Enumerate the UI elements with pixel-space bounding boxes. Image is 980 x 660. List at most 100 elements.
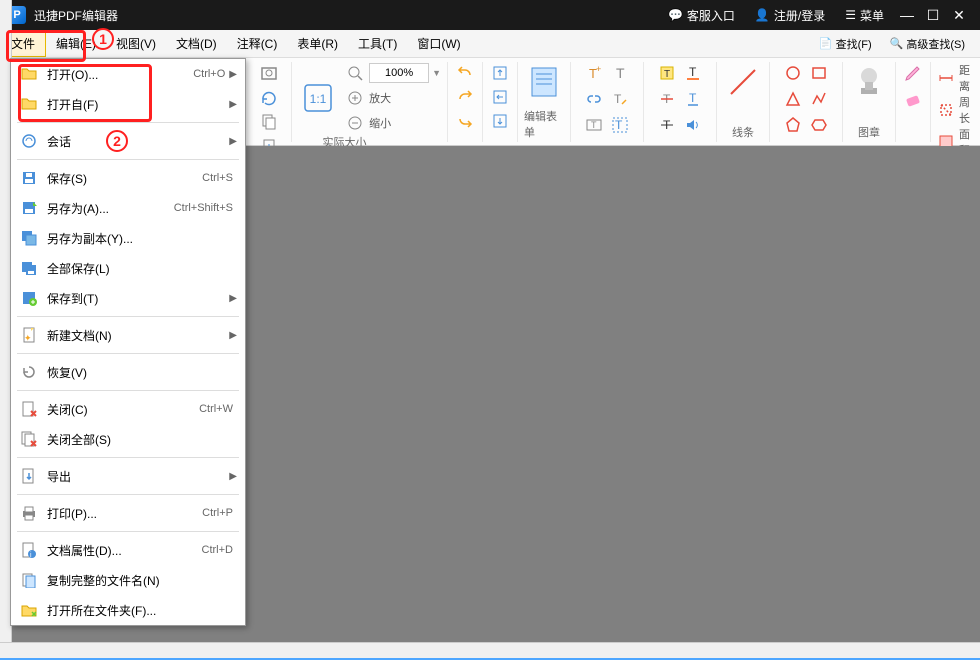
text-edit-icon[interactable]: T (609, 88, 631, 110)
dropdown-item-session[interactable]: 会话▶ (11, 126, 245, 156)
pencil-icon[interactable] (902, 62, 924, 84)
hamburger-icon: ☰ (845, 8, 856, 22)
dropdown-item-print[interactable]: 打印(P)...Ctrl+P (11, 498, 245, 528)
dropdown-item-saveto[interactable]: 保存到(T)▶ (11, 283, 245, 313)
page-left-icon[interactable] (489, 86, 511, 108)
dropdown-item-saveas[interactable]: 另存为(A)...Ctrl+Shift+S (11, 193, 245, 223)
close-window-button[interactable]: ✕ (946, 7, 972, 24)
dropdown-item-revert[interactable]: 恢复(V) (11, 357, 245, 387)
redo-icon[interactable] (454, 86, 476, 108)
menu-comment[interactable]: 注释(C) (227, 30, 288, 57)
menu-tool[interactable]: 工具(T) (348, 30, 407, 57)
actual-size-button[interactable]: 1:1 (298, 78, 338, 118)
saveas-icon (19, 198, 39, 218)
menu-button[interactable]: ☰ 菜单 (845, 7, 884, 24)
dropdown-item-label: 保存到(T) (47, 290, 225, 307)
chevron-right-icon: ▶ (229, 69, 237, 80)
maximize-button[interactable]: ☐ (920, 7, 946, 24)
dropdown-item-export[interactable]: 导出▶ (11, 461, 245, 491)
link-icon[interactable] (583, 88, 605, 110)
openloc-icon (19, 600, 39, 620)
stamp-button[interactable] (849, 62, 889, 102)
underline-icon[interactable]: T (682, 88, 704, 110)
undo-icon[interactable] (454, 62, 476, 84)
dropdown-item-openloc[interactable]: 打开所在文件夹(F)... (11, 595, 245, 625)
dropdown-item-copyname[interactable]: 复制完整的文件名(N) (11, 565, 245, 595)
menu-form[interactable]: 表单(R) (287, 30, 348, 57)
menu-document[interactable]: 文档(D) (166, 30, 227, 57)
dropdown-item-label: 另存为副本(Y)... (47, 230, 233, 247)
highlight-icon[interactable]: T (656, 62, 678, 84)
text-tool-icon[interactable]: T (609, 62, 631, 84)
text-select-icon[interactable]: T (609, 114, 631, 136)
perimeter-icon[interactable] (937, 99, 955, 121)
svg-text:1:1: 1:1 (310, 92, 327, 106)
dropdown-separator (17, 390, 239, 391)
lines-group: 线条 (717, 62, 770, 142)
zoom-in-icon[interactable] (344, 87, 366, 109)
customer-service-button[interactable]: 💬 客服入口 (668, 7, 735, 24)
circle-icon[interactable] (782, 62, 804, 84)
dropdown-item-label: 关闭全部(S) (47, 431, 233, 448)
menu-window[interactable]: 窗口(W) (407, 30, 470, 57)
menu-edit[interactable]: 编辑(E) (46, 30, 106, 57)
menu-view[interactable]: 视图(V) (106, 30, 166, 57)
page-up-icon[interactable] (489, 62, 511, 84)
dropdown-item-newdoc[interactable]: ✦ 新建文档(N) ▶ (11, 320, 245, 350)
advanced-find-button[interactable]: 🔍 高级查找(S) (883, 33, 972, 55)
svg-text:+: + (596, 64, 601, 74)
dropdown-shortcut: Ctrl+W (199, 403, 233, 415)
zoom-dropdown-icon[interactable] (344, 62, 366, 84)
dropdown-item-savecopy[interactable]: 另存为副本(Y)... (11, 223, 245, 253)
login-button[interactable]: 👤 注册/登录 (755, 7, 825, 24)
titlebar: P 迅捷PDF编辑器 💬 客服入口 👤 注册/登录 ☰ 菜单 — ☐ ✕ (0, 0, 980, 30)
chevron-down-icon[interactable]: ▼ (432, 68, 441, 78)
dropdown-shortcut: Ctrl+P (202, 507, 233, 519)
stamp-label: 图章 (858, 124, 880, 142)
shapes-group (770, 62, 843, 142)
lines-button[interactable] (723, 62, 763, 102)
dropdown-item-folder[interactable]: 打开自(F)▶ (11, 89, 245, 119)
eraser-icon[interactable] (902, 88, 924, 110)
triangle-icon[interactable] (782, 88, 804, 110)
newdoc-icon: ✦ (19, 325, 39, 345)
dropdown-item-props[interactable]: i文档属性(D)...Ctrl+D (11, 535, 245, 565)
copy-icon[interactable] (258, 110, 280, 132)
redo2-icon[interactable] (454, 110, 476, 132)
dropdown-item-folder[interactable]: 打开(O)...Ctrl+O▶ (11, 59, 245, 89)
perimeter-label: 周长 (959, 94, 974, 126)
find-button[interactable]: 📄 查找(F) (812, 33, 879, 55)
snapshot-icon[interactable] (258, 62, 280, 84)
page-down-icon[interactable] (489, 110, 511, 132)
dropdown-item-label: 新建文档(N) (47, 327, 225, 344)
zoom-input[interactable] (369, 63, 429, 83)
minimize-button[interactable]: — (894, 7, 920, 23)
zoom-out-icon[interactable] (344, 112, 366, 134)
strikeout-icon[interactable]: T (656, 88, 678, 110)
chevron-right-icon: ▶ (229, 136, 237, 147)
dropdown-item-close[interactable]: 关闭(C)Ctrl+W (11, 394, 245, 424)
print-icon (19, 503, 39, 523)
saveto-icon (19, 288, 39, 308)
customer-label: 客服入口 (687, 7, 735, 24)
edit-form-button[interactable] (524, 62, 564, 102)
rect-icon[interactable] (808, 62, 830, 84)
dropdown-item-saveall[interactable]: 全部保存(L) (11, 253, 245, 283)
add-text-icon[interactable]: T+ (583, 62, 605, 84)
polyline-icon[interactable] (808, 88, 830, 110)
pentagon-icon[interactable] (782, 114, 804, 136)
chevron-right-icon: ▶ (229, 330, 237, 341)
text-box-icon[interactable]: T (583, 114, 605, 136)
sound-icon[interactable] (682, 114, 704, 136)
dropdown-item-save[interactable]: 保存(S)Ctrl+S (11, 163, 245, 193)
distance-icon[interactable] (937, 67, 955, 89)
highlight-group: T T T T T (644, 62, 717, 142)
nav-group (448, 62, 483, 142)
hexagon-icon[interactable] (808, 114, 830, 136)
text-strike-icon[interactable]: T (656, 114, 678, 136)
binoculars-icon: 🔍 (890, 37, 904, 50)
refresh-icon[interactable] (258, 88, 280, 110)
text-color-icon[interactable]: T (682, 62, 704, 84)
dropdown-item-closeall[interactable]: 关闭全部(S) (11, 424, 245, 454)
login-label: 注册/登录 (774, 7, 825, 24)
